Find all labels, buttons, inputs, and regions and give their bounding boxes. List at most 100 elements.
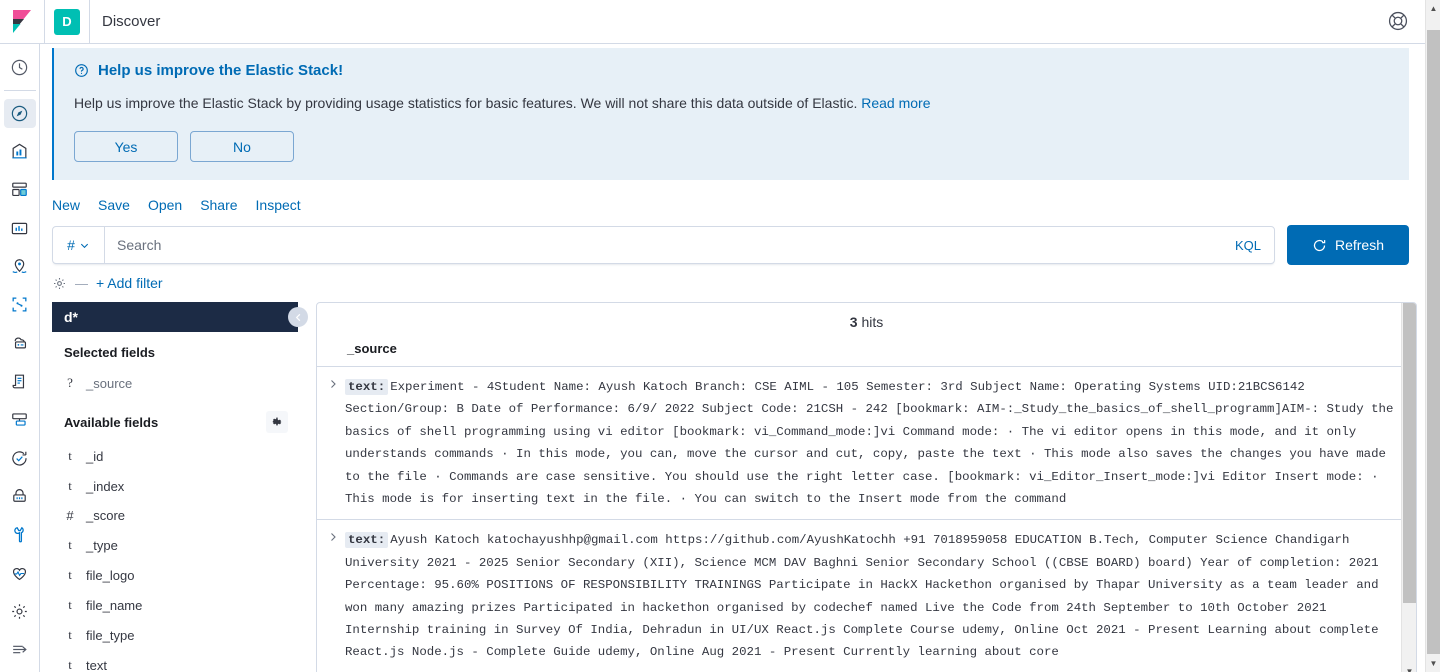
expand-row-button[interactable] — [321, 376, 345, 510]
telemetry-no-button[interactable]: No — [190, 131, 294, 162]
index-pattern-selector[interactable]: d* — [52, 302, 298, 332]
field-row-index[interactable]: t _index — [52, 471, 298, 501]
expand-row-button[interactable] — [321, 529, 345, 663]
field-row-source[interactable]: ? _source — [52, 368, 298, 398]
nav-item-management[interactable] — [4, 597, 36, 625]
scroll-down-arrow-icon[interactable]: ▼ — [1426, 655, 1440, 672]
callout-body-text: Help us improve the Elastic Stack by pro… — [74, 95, 858, 111]
field-value: Experiment - 4Student Name: Ayush Katoch… — [345, 380, 1394, 507]
page-body: Help us improve the Elastic Stack! Help … — [40, 44, 1425, 672]
documents-scrollbar[interactable]: ▼ — [1401, 303, 1416, 672]
field-type-icon: t — [68, 567, 72, 582]
telemetry-yes-button[interactable]: Yes — [74, 131, 178, 162]
infrastructure-server-icon — [10, 334, 29, 353]
field-row-score[interactable]: # _score — [52, 501, 298, 530]
hits-label: hits — [861, 314, 884, 330]
field-type-icon: t — [68, 478, 72, 493]
field-type-icon: t — [68, 597, 72, 612]
table-row[interactable]: text: Experiment - 4Student Name: Ayush K… — [317, 367, 1416, 521]
apm-monitor-icon — [10, 410, 29, 429]
topnav-new[interactable]: New — [52, 197, 80, 213]
field-type-icon: # — [66, 508, 74, 523]
field-type-icon: t — [68, 537, 72, 552]
space-avatar[interactable]: D — [54, 8, 80, 35]
search-input[interactable] — [105, 227, 1222, 263]
field-type-icon: t — [68, 448, 72, 463]
nav-item-discover[interactable] — [3, 99, 36, 128]
field-row-file-type[interactable]: t file_type — [52, 620, 298, 650]
documents-scrollbar-thumb[interactable] — [1403, 303, 1416, 603]
nav-item-recently-viewed[interactable] — [4, 53, 36, 81]
question-circle-icon — [74, 63, 89, 78]
nav-item-maps[interactable] — [4, 252, 36, 280]
topnav-open[interactable]: Open — [148, 197, 182, 213]
chevron-left-circle-icon — [293, 312, 304, 323]
nav-item-logs[interactable] — [4, 367, 36, 395]
field-settings-gear-icon[interactable] — [266, 411, 288, 433]
nav-item-machine-learning[interactable] — [4, 291, 36, 319]
filter-bar: — + Add filter — [40, 265, 1425, 291]
filter-separator: — — [75, 275, 88, 291]
nav-item-dashboard[interactable] — [4, 176, 36, 204]
field-name-label: _source — [86, 375, 133, 391]
topnav-save[interactable]: Save — [98, 197, 130, 213]
hits-count: 3 — [849, 314, 858, 330]
dock-collapse-arrow-icon — [10, 640, 29, 659]
table-row[interactable]: text: Ayush Katoch katochayushhp@gmail.co… — [317, 520, 1416, 672]
nav-item-uptime[interactable] — [4, 444, 36, 472]
nav-item-apm[interactable] — [4, 406, 36, 434]
selected-fields-title: Selected fields — [64, 345, 156, 360]
field-row-text[interactable]: t text — [52, 650, 298, 672]
hits-counter: 3 hits — [317, 303, 1416, 330]
chevron-down-icon — [79, 240, 90, 251]
maps-pin-icon — [10, 257, 29, 276]
header-right-controls — [1387, 10, 1425, 34]
field-sidebar: d* Selected fields ? _source Available f… — [52, 302, 308, 672]
page-scrollbar-thumb[interactable] — [1427, 30, 1440, 654]
topnav-inspect[interactable]: Inspect — [256, 197, 301, 213]
sidebar-collapse-button[interactable] — [288, 307, 308, 327]
field-key: text: — [345, 532, 389, 549]
field-row-file-logo[interactable]: t file_logo — [52, 560, 298, 590]
kibana-logo-icon[interactable] — [0, 0, 44, 43]
field-row-type[interactable]: t _type — [52, 530, 298, 560]
field-row-file-name[interactable]: t file_name — [52, 590, 298, 620]
field-name-label: _index — [86, 478, 125, 494]
doc-source-cell: text: Experiment - 4Student Name: Ayush K… — [345, 376, 1406, 510]
scroll-down-arrow-icon[interactable]: ▼ — [1402, 663, 1416, 672]
refresh-label: Refresh — [1334, 237, 1385, 253]
nav-item-infrastructure[interactable] — [4, 329, 36, 357]
global-header: D Discover — [0, 0, 1425, 44]
refresh-button[interactable]: Refresh — [1287, 225, 1409, 265]
nav-item-dev-tools[interactable] — [4, 521, 36, 549]
available-fields-title: Available fields — [64, 414, 159, 430]
nav-item-visualize[interactable] — [4, 138, 36, 166]
nav-item-security[interactable] — [4, 482, 36, 510]
dataview-prefix-button[interactable]: # — [53, 227, 105, 263]
nav-separator — [3, 90, 36, 92]
callout-body: Help us improve the Elastic Stack by pro… — [74, 93, 1393, 114]
nav-item-monitoring[interactable] — [4, 559, 36, 587]
topnav-share[interactable]: Share — [200, 197, 237, 213]
security-lock-icon — [10, 487, 29, 506]
discover-main: d* Selected fields ? _source Available f… — [40, 302, 1425, 672]
dev-tools-wrench-icon — [10, 525, 29, 544]
kibana-discover-app: D Discover Help us improve the Elastic S… — [0, 0, 1440, 672]
field-name-label: _score — [86, 508, 126, 523]
field-row-id[interactable]: t _id — [52, 441, 298, 471]
discover-compass-icon — [10, 104, 29, 123]
query-language-button[interactable]: KQL — [1222, 238, 1274, 253]
discover-topnav: New Save Open Share Inspect — [40, 180, 1425, 213]
filter-settings-gear-icon[interactable] — [52, 276, 67, 291]
page-scrollbar[interactable]: ▲ ▼ — [1425, 0, 1440, 672]
scroll-up-arrow-icon[interactable]: ▲ — [1426, 0, 1440, 17]
add-filter-button[interactable]: + Add filter — [96, 275, 163, 291]
header-divider-1 — [44, 0, 45, 43]
primary-navigation-rail — [0, 44, 40, 672]
nav-collapse-toggle[interactable] — [4, 636, 36, 664]
read-more-link[interactable]: Read more — [861, 95, 930, 111]
telemetry-optin-callout: Help us improve the Elastic Stack! Help … — [52, 48, 1409, 180]
nav-item-canvas[interactable] — [4, 214, 36, 242]
field-value: Ayush Katoch katochayushhp@gmail.com htt… — [345, 533, 1379, 660]
help-lifebuoy-icon[interactable] — [1387, 10, 1411, 34]
